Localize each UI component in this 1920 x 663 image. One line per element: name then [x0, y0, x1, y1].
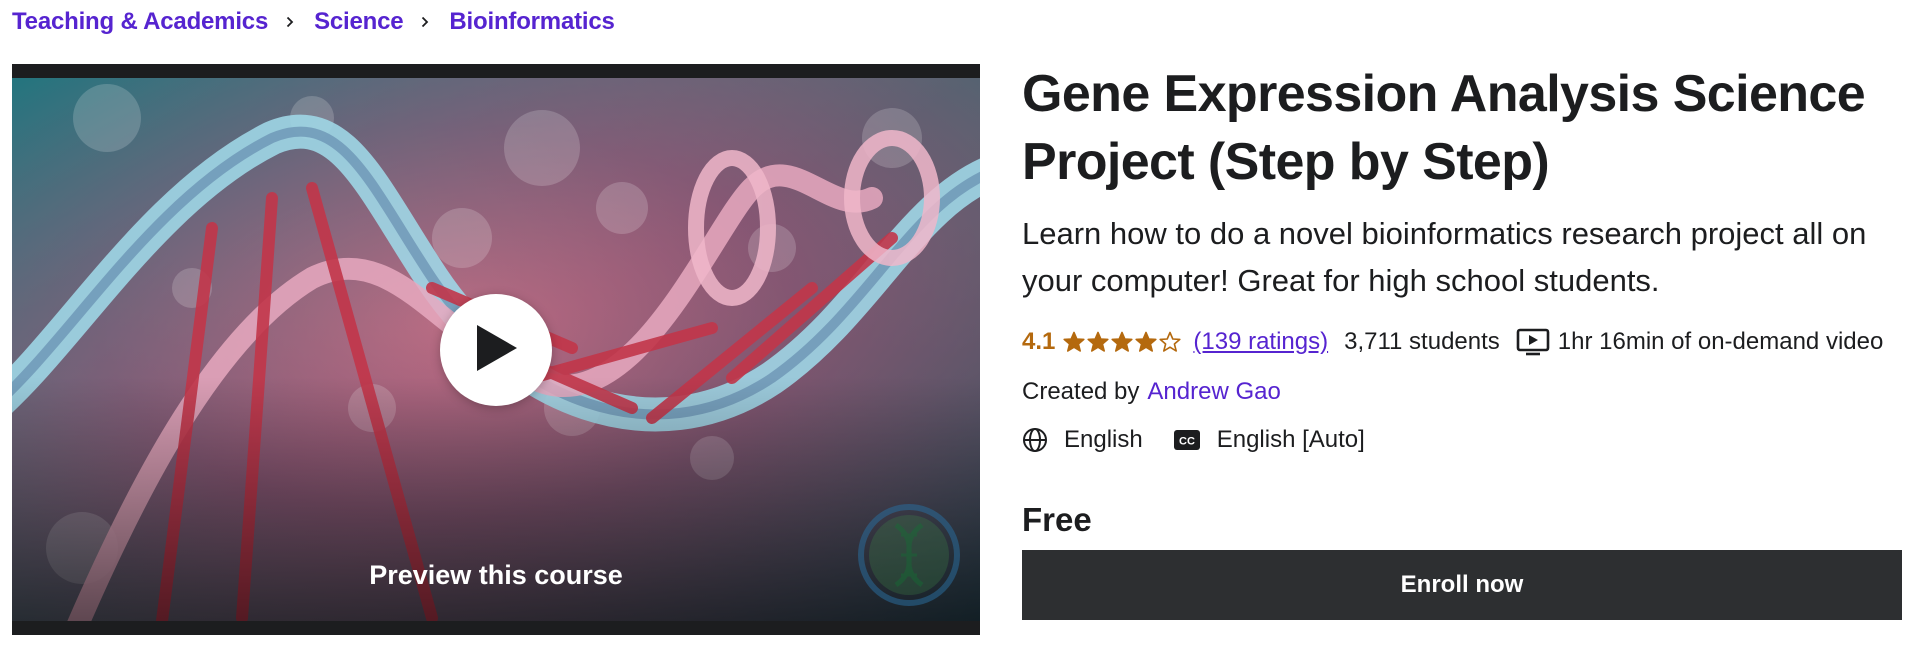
star-filled-icon [1135, 331, 1157, 352]
students-count: 3,711 students [1344, 328, 1500, 355]
course-price: Free [1022, 501, 1092, 538]
course-meta: 4.1 (139 ratings) 3,711 students 1hr 16m… [1022, 324, 1902, 360]
created-by-label: Created by [1022, 378, 1140, 405]
rating-number: 4.1 [1022, 328, 1056, 355]
video-icon [1516, 327, 1550, 357]
enroll-now-button[interactable]: Enroll now [1022, 550, 1902, 620]
svg-text:CC: CC [1179, 436, 1195, 448]
language-row: English CC English [Auto] [1022, 422, 1902, 458]
breadcrumb-bioinformatics[interactable]: Bioinformatics [449, 8, 614, 36]
play-icon [473, 323, 519, 378]
chevron-right-icon [284, 16, 296, 28]
breadcrumb-teaching-academics[interactable]: Teaching & Academics [12, 8, 268, 36]
star-filled-icon [1111, 331, 1133, 352]
play-button[interactable] [440, 294, 552, 406]
star-filled-icon [1063, 331, 1085, 352]
breadcrumb: Teaching & Academics Science Bioinformat… [12, 6, 615, 38]
course-subtitle: Learn how to do a novel bioinformatics r… [1022, 216, 1867, 298]
preview-label: Preview this course [369, 560, 623, 590]
video-duration: 1hr 16min of on-demand video [1557, 328, 1884, 355]
instructor-link[interactable]: Andrew Gao [1147, 378, 1280, 406]
rating-stars [1063, 331, 1183, 353]
star-empty-icon [1159, 331, 1181, 352]
closed-captions-icon: CC [1173, 429, 1201, 451]
course-title: Gene Expression Analysis Science Project… [1022, 65, 1866, 191]
created-by: Created by Andrew Gao [1022, 374, 1902, 410]
course-language: English [1064, 426, 1143, 453]
course-info: Gene Expression Analysis Science Project… [1022, 60, 1902, 620]
ratings-count-link[interactable]: (139 ratings) [1193, 328, 1328, 356]
globe-icon [1022, 427, 1048, 453]
dna-icon [854, 500, 964, 610]
star-filled-icon [1087, 331, 1109, 352]
chevron-right-icon [419, 16, 431, 28]
breadcrumb-science[interactable]: Science [314, 8, 404, 36]
course-preview[interactable]: Preview this course [12, 64, 980, 635]
course-captions: English [Auto] [1216, 426, 1365, 453]
